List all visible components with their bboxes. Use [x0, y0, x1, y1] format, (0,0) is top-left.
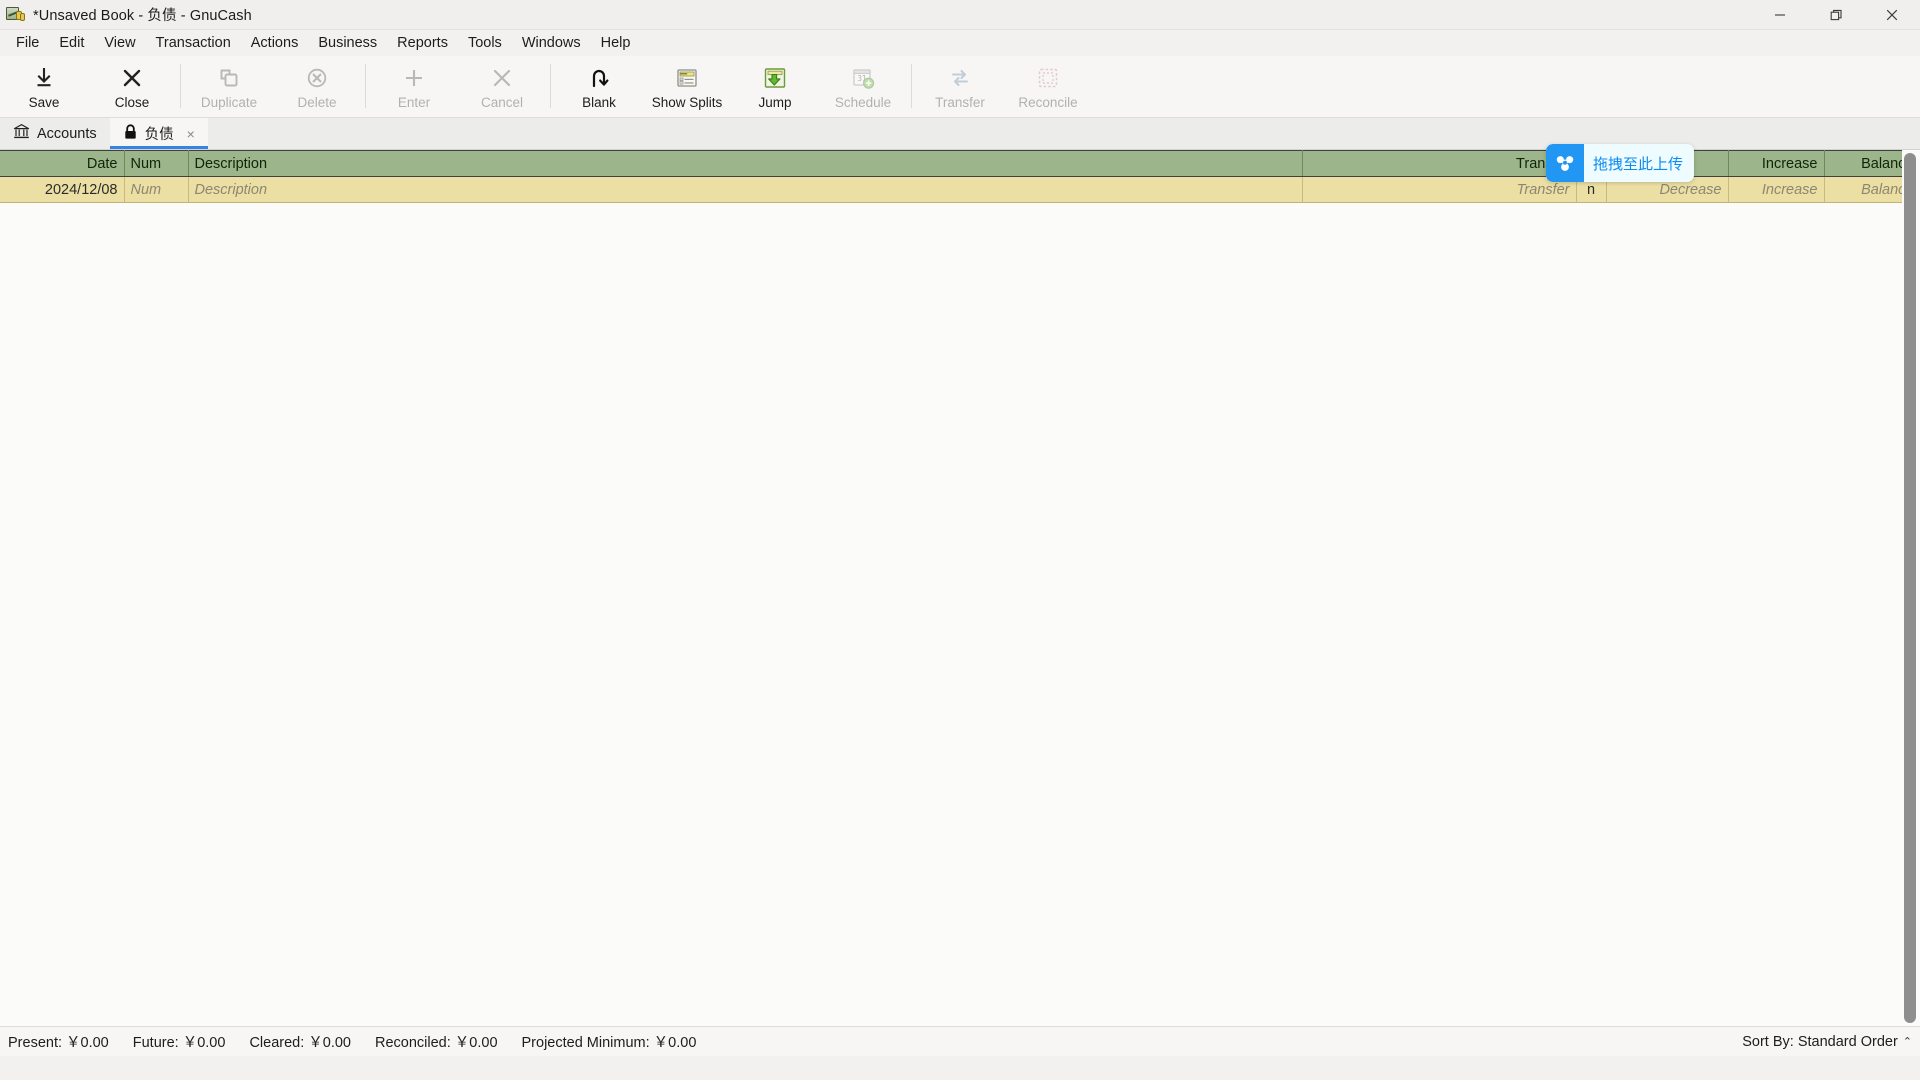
cell-increase[interactable]: Increase	[1728, 176, 1825, 203]
toolbar-separator	[365, 64, 366, 108]
save-button[interactable]: Save	[0, 58, 88, 116]
column-header-increase[interactable]: Increase	[1728, 150, 1825, 177]
delete-circle-x-icon	[306, 63, 328, 93]
delete-label: Delete	[297, 95, 337, 110]
bottom-filler	[0, 1056, 1920, 1080]
lock-icon	[123, 123, 138, 144]
toolbar: Save Close Duplicate Delete Enter Cancel…	[0, 56, 1920, 118]
jump-button[interactable]: Jump	[731, 58, 819, 116]
toolbar-separator	[911, 64, 912, 108]
menu-business[interactable]: Business	[308, 32, 387, 54]
register-scrollbar[interactable]	[1902, 150, 1920, 1026]
transfer-icon	[948, 63, 972, 93]
cancel-label: Cancel	[480, 95, 524, 110]
close-label: Close	[114, 95, 150, 110]
close-x-icon	[121, 63, 143, 93]
status-bar: Present: ￥0.00 Future: ￥0.00 Cleared: ￥0…	[0, 1026, 1920, 1056]
baidu-netdisk-drop-target[interactable]: 拖拽至此上传	[1546, 144, 1695, 182]
menu-windows[interactable]: Windows	[512, 32, 591, 54]
status-balances: Present: ￥0.00 Future: ￥0.00 Cleared: ￥0…	[8, 1031, 696, 1052]
duplicate-icon	[218, 63, 240, 93]
menu-bar: File Edit View Transaction Actions Busin…	[0, 30, 1920, 56]
status-cleared: Cleared: ￥0.00	[249, 1035, 351, 1051]
cancel-button[interactable]: Cancel	[458, 58, 546, 116]
tab-fuzhai[interactable]: 负债 ×	[109, 118, 209, 149]
baidu-netdisk-drop-label: 拖拽至此上传	[1593, 154, 1684, 173]
show-splits-icon	[675, 63, 699, 93]
reconcile-icon	[1036, 63, 1060, 93]
reconcile-button[interactable]: Reconcile	[1004, 58, 1092, 116]
menu-view[interactable]: View	[94, 32, 145, 54]
transfer-button[interactable]: Transfer	[916, 58, 1004, 116]
column-header-num[interactable]: Num	[124, 150, 189, 177]
register-empty-area[interactable]	[0, 203, 1902, 1026]
baidu-netdisk-icon	[1546, 144, 1584, 182]
menu-file[interactable]: File	[6, 32, 49, 54]
title-bar: *Unsaved Book - 负债 - GnuCash	[0, 0, 1920, 30]
schedule-button[interactable]: 31 Schedule	[819, 58, 907, 116]
cancel-x-icon	[491, 63, 513, 93]
register-area: Date Num Description Transfer Increase B…	[0, 150, 1920, 1026]
menu-actions[interactable]: Actions	[241, 32, 309, 54]
transaction-register: Date Num Description Transfer Increase B…	[0, 150, 1920, 1026]
toolbar-separator	[550, 64, 551, 108]
duplicate-button[interactable]: Duplicate	[185, 58, 273, 116]
cell-num[interactable]: Num	[124, 176, 189, 203]
menu-reports[interactable]: Reports	[387, 32, 458, 54]
tab-fuzhai-label: 负债	[144, 127, 174, 143]
status-projected-minimum: Projected Minimum: ￥0.00	[521, 1035, 697, 1051]
cell-description[interactable]: Description	[188, 176, 1303, 203]
show-splits-button[interactable]: Show Splits	[643, 58, 731, 116]
close-icon[interactable]	[1864, 0, 1920, 30]
plus-icon	[402, 63, 426, 93]
jump-label: Jump	[758, 95, 792, 110]
menu-edit[interactable]: Edit	[49, 32, 94, 54]
enter-label: Enter	[397, 95, 431, 110]
reconcile-label: Reconcile	[1018, 95, 1078, 110]
window-title: *Unsaved Book - 负债 - GnuCash	[33, 8, 252, 24]
sort-by-label: Sort By: Standard Order	[1742, 1033, 1898, 1050]
tab-accounts-label: Accounts	[37, 125, 97, 142]
save-label: Save	[28, 95, 60, 110]
blank-label: Blank	[582, 95, 616, 110]
sort-by-control[interactable]: Sort By: Standard Order ⌃	[1742, 1034, 1912, 1050]
jump-icon	[763, 63, 787, 93]
minimize-icon[interactable]	[1752, 0, 1808, 30]
blank-button[interactable]: Blank	[555, 58, 643, 116]
close-button[interactable]: Close	[88, 58, 176, 116]
menu-help[interactable]: Help	[591, 32, 641, 54]
status-reconciled: Reconciled: ￥0.00	[375, 1035, 498, 1051]
gnucash-window: *Unsaved Book - 负债 - GnuCash File Edit V…	[0, 0, 1920, 1080]
status-future: Future: ￥0.00	[132, 1035, 226, 1051]
cell-date[interactable]: 2024/12/08	[0, 176, 125, 203]
bank-icon	[13, 123, 30, 144]
schedule-label: Schedule	[834, 95, 892, 110]
duplicate-label: Duplicate	[200, 95, 258, 110]
restore-icon[interactable]	[1808, 0, 1864, 30]
transfer-label: Transfer	[935, 95, 985, 110]
blank-arrow-icon	[587, 63, 611, 93]
chevron-up-icon: ⌃	[1902, 1036, 1912, 1048]
tab-accounts[interactable]: Accounts	[0, 118, 110, 149]
gnucash-icon	[6, 5, 26, 25]
scrollbar-thumb[interactable]	[1904, 153, 1916, 1023]
save-download-icon	[32, 63, 56, 93]
delete-button[interactable]: Delete	[273, 58, 361, 116]
column-header-date[interactable]: Date	[0, 150, 125, 177]
toolbar-separator	[180, 64, 181, 108]
menu-tools[interactable]: Tools	[458, 32, 512, 54]
enter-button[interactable]: Enter	[370, 58, 458, 116]
schedule-calendar-icon: 31	[851, 63, 875, 93]
status-present: Present: ￥0.00	[8, 1035, 109, 1051]
window-controls	[1752, 0, 1920, 30]
tab-close-icon[interactable]: ×	[187, 126, 195, 142]
column-header-description[interactable]: Description	[188, 150, 1303, 177]
cell-transfer[interactable]: Transfer	[1302, 176, 1577, 203]
menu-transaction[interactable]: Transaction	[146, 32, 241, 54]
show-splits-label: Show Splits	[651, 95, 723, 110]
column-header-transfer[interactable]: Transfer	[1302, 150, 1577, 177]
